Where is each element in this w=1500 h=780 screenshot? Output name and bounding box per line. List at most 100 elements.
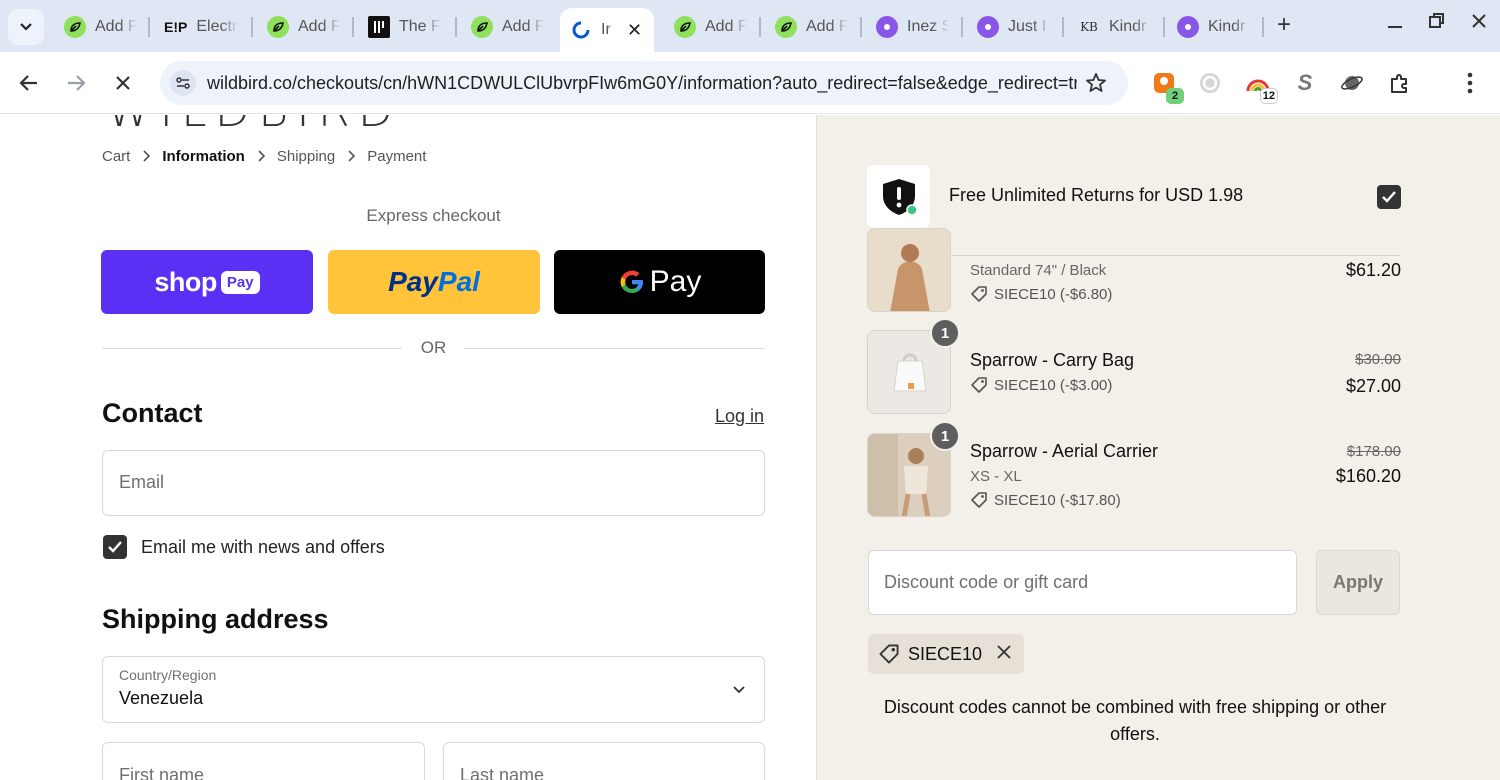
- extension-orange-icon[interactable]: 2: [1151, 70, 1184, 104]
- country-label: Country/Region: [119, 667, 217, 683]
- address-bar[interactable]: wildbird.co/checkouts/cn/hWN1CDWULClUbvr…: [160, 61, 1128, 105]
- extensions-puzzle-icon[interactable]: [1387, 70, 1413, 96]
- tab-add-f-1[interactable]: Add F: [54, 10, 137, 44]
- site-settings-icon[interactable]: [170, 70, 196, 96]
- tab-inez[interactable]: Inez S: [866, 10, 949, 44]
- tab-search-button[interactable]: [8, 9, 44, 45]
- item-original-price: $178.00: [1346, 443, 1401, 460]
- google-g-icon: [620, 270, 643, 293]
- extension-planet-icon[interactable]: [1339, 70, 1365, 96]
- close-window-icon[interactable]: [1470, 12, 1488, 35]
- tab-label: Inez S: [907, 18, 949, 35]
- chevron-down-icon: [732, 682, 746, 700]
- item-discount-text: SIECE10 (-$6.80): [994, 285, 1113, 303]
- price-tag-icon: [971, 492, 987, 508]
- item-original-price: $30.00: [1355, 351, 1401, 368]
- leaf-icon: [64, 16, 86, 38]
- item-discount: SIECE10 (-$6.80): [970, 285, 1112, 303]
- last-name-field[interactable]: Last name: [443, 742, 765, 780]
- or-divider: OR: [102, 337, 765, 359]
- country-value: Venezuela: [119, 688, 204, 708]
- discount-code-input[interactable]: Discount code or gift card: [868, 550, 1297, 615]
- country-region-select[interactable]: Country/Region Venezuela: [102, 656, 765, 723]
- free-returns-label: Free Unlimited Returns for USD 1.98: [949, 185, 1244, 205]
- tab-the-f[interactable]: The F: [358, 10, 441, 44]
- back-button[interactable]: [17, 71, 41, 95]
- first-name-field[interactable]: First name: [102, 742, 425, 780]
- stop-loading-button[interactable]: [111, 71, 135, 95]
- bookmark-star-icon[interactable]: [1084, 71, 1108, 100]
- leaf-icon: [775, 16, 797, 38]
- tab-just[interactable]: Just I: [967, 10, 1050, 44]
- tab-add-f-4[interactable]: Add F: [664, 10, 747, 44]
- news-offers-option[interactable]: Email me with news and offers: [103, 535, 385, 559]
- shop-pay-wordmark: shop: [154, 266, 217, 297]
- item-variant: XS - XL: [970, 468, 1022, 485]
- tab-label: The F: [399, 18, 441, 35]
- paypal-button[interactable]: Pay Pal: [328, 250, 540, 314]
- tab-active-checkout[interactable]: Ir ✕: [560, 8, 654, 52]
- tab-add-f-5[interactable]: Add F: [765, 10, 848, 44]
- item-discount: SIECE10 (-$17.80): [970, 491, 1121, 509]
- tab-label: Kindr: [1109, 18, 1147, 35]
- news-offers-checkbox[interactable]: [103, 535, 127, 559]
- tab-separator: [1062, 17, 1064, 37]
- tab-separator: [1262, 17, 1264, 37]
- leaf-icon: [674, 16, 696, 38]
- quantity-badge: 1: [930, 318, 960, 348]
- free-returns-checkbox[interactable]: [1377, 185, 1401, 209]
- extension-c-icon[interactable]: [1197, 70, 1223, 96]
- chevron-right-icon: [142, 149, 151, 165]
- free-returns-option[interactable]: Free Unlimited Returns for USD 1.98: [867, 165, 1401, 229]
- extension-badge: 12: [1259, 88, 1278, 104]
- forward-button[interactable]: [64, 71, 88, 95]
- browser-toolbar: wildbird.co/checkouts/cn/hWN1CDWULClUbvr…: [0, 52, 1500, 114]
- applied-discount-code: SIECE10: [908, 643, 983, 664]
- ep-logo-icon: E!P: [164, 19, 188, 35]
- google-pay-button[interactable]: Pay: [554, 250, 765, 314]
- checkout-main: WILDBIRD Cart Information Shipping Payme…: [0, 115, 816, 780]
- extension-s-icon[interactable]: S: [1292, 70, 1318, 96]
- item-variant: Standard 74" / Black: [970, 262, 1107, 279]
- last-name-placeholder: Last name: [460, 765, 545, 780]
- restore-icon[interactable]: [1428, 12, 1446, 35]
- tab-kindr-1[interactable]: KB Kindr: [1068, 10, 1151, 44]
- tab-add-f-3[interactable]: Add F: [461, 10, 544, 44]
- remove-discount-icon[interactable]: [996, 644, 1012, 665]
- tab-separator: [148, 17, 150, 37]
- line-item: 1 Sparrow - Carry Bag SIECE10 (-$3.00) $…: [867, 318, 1401, 414]
- extension-rainbow-icon[interactable]: 12: [1245, 70, 1278, 104]
- item-discount: SIECE10 (-$3.00): [970, 376, 1112, 394]
- tab-label: Ir: [601, 21, 611, 38]
- apply-discount-button[interactable]: Apply: [1316, 550, 1400, 615]
- paypal-wordmark-pay: Pay: [388, 266, 438, 297]
- email-field[interactable]: Email: [102, 450, 765, 516]
- minimize-icon[interactable]: [1386, 12, 1404, 35]
- browser-menu-kebab-icon[interactable]: [1457, 70, 1483, 96]
- close-tab-icon[interactable]: ✕: [627, 20, 642, 41]
- brand-logo[interactable]: WILDBIRD: [106, 115, 401, 137]
- shop-pay-button[interactable]: shop Pay: [101, 250, 313, 314]
- kb-logo-icon: KB: [1080, 20, 1098, 34]
- tab-separator: [352, 17, 354, 37]
- url-text[interactable]: wildbird.co/checkouts/cn/hWN1CDWULClUbvr…: [207, 73, 1077, 94]
- login-link[interactable]: Log in: [715, 406, 764, 427]
- purple-gear-icon: [876, 16, 898, 38]
- breadcrumb-cart[interactable]: Cart: [102, 148, 130, 165]
- tab-add-f-2[interactable]: Add F: [257, 10, 340, 44]
- applied-discount-chip: SIECE10: [868, 634, 1025, 674]
- google-pay-wordmark: Pay: [649, 265, 702, 298]
- tab-electr[interactable]: E!P Electr: [154, 10, 238, 44]
- chevron-right-icon: [257, 149, 265, 165]
- purple-gear-icon: [1177, 16, 1199, 38]
- new-tab-button[interactable]: +: [1272, 13, 1296, 38]
- tab-label: Electr: [196, 18, 238, 35]
- price-tag-icon: [879, 644, 899, 664]
- tab-separator: [961, 17, 963, 37]
- loading-spinner-icon: [570, 19, 592, 41]
- bars-logo-icon: [368, 16, 390, 38]
- checkout-page: WILDBIRD Cart Information Shipping Payme…: [0, 115, 1500, 780]
- tab-label: Add F: [298, 18, 340, 35]
- tab-kindr-2[interactable]: Kindr: [1167, 10, 1250, 44]
- item-price: $160.20: [1335, 466, 1401, 486]
